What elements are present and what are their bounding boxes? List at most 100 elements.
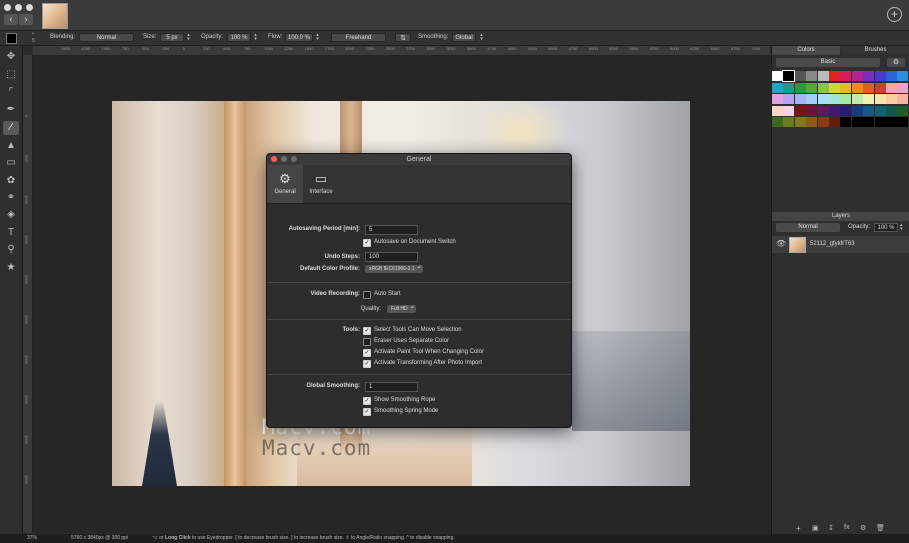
color-swatch[interactable] bbox=[863, 94, 875, 104]
tool-option-checkbox[interactable]: ✓ bbox=[363, 327, 371, 335]
flow-field[interactable]: 100.0 % bbox=[285, 33, 313, 42]
zoom-tool-icon[interactable]: ⚲ bbox=[3, 243, 19, 257]
smoothing-select[interactable]: Global bbox=[452, 33, 476, 42]
smoothing-stepper[interactable]: ▴ ▾ bbox=[479, 33, 484, 42]
color-swatch[interactable] bbox=[863, 71, 875, 81]
color-swatch[interactable] bbox=[829, 105, 840, 116]
foreground-color-swatch[interactable] bbox=[6, 33, 17, 44]
autosave-period-field[interactable]: 5 bbox=[365, 225, 418, 235]
heal-tool-icon[interactable]: ✿ bbox=[3, 174, 19, 188]
color-swatch[interactable] bbox=[886, 94, 897, 104]
color-swatch[interactable] bbox=[829, 71, 840, 81]
plus-circle-icon[interactable]: + bbox=[887, 7, 902, 22]
tool-option-checkbox[interactable]: ✓ bbox=[363, 349, 371, 357]
color-swatch[interactable] bbox=[817, 82, 829, 93]
layer-settings-icon[interactable]: ⚙ bbox=[860, 524, 866, 532]
mask-icon[interactable]: ▣ bbox=[812, 524, 819, 532]
color-swatch[interactable] bbox=[794, 82, 806, 93]
color-swatch[interactable] bbox=[874, 82, 886, 93]
color-swatch[interactable] bbox=[806, 94, 818, 104]
layer-row[interactable]: 👁 52112_gfykfrT63 bbox=[772, 236, 909, 253]
color-swatch[interactable] bbox=[886, 117, 897, 127]
color-swatch[interactable] bbox=[783, 105, 795, 116]
color-swatch[interactable] bbox=[840, 82, 852, 93]
tab-brushes[interactable]: Brushes bbox=[841, 46, 909, 55]
brush-tool-icon[interactable]: ∕ bbox=[3, 121, 19, 135]
fill-tool-icon[interactable]: ◈ bbox=[3, 208, 19, 222]
undo-steps-field[interactable]: 100 bbox=[365, 252, 418, 262]
color-swatch[interactable] bbox=[840, 94, 852, 104]
color-swatch[interactable] bbox=[874, 105, 886, 116]
palette-select[interactable]: Basic bbox=[776, 58, 880, 67]
color-swatch[interactable] bbox=[806, 105, 818, 116]
color-swatch[interactable] bbox=[897, 71, 909, 81]
color-swatch[interactable] bbox=[817, 105, 829, 116]
tab-colors[interactable]: Colors bbox=[772, 46, 840, 55]
color-swatch[interactable] bbox=[772, 94, 783, 104]
color-swatch[interactable] bbox=[806, 71, 818, 81]
color-swatch[interactable] bbox=[874, 71, 886, 81]
text-tool-icon[interactable]: T bbox=[3, 226, 19, 240]
layer-opacity-stepper[interactable]: ▴ ▾ bbox=[900, 223, 903, 232]
close-window-button[interactable] bbox=[4, 4, 11, 11]
smoothing-option-checkbox[interactable]: ✓ bbox=[363, 408, 371, 416]
layer-opacity-field[interactable]: 100 % bbox=[874, 223, 898, 232]
color-swatch[interactable] bbox=[772, 117, 783, 127]
color-swatch[interactable] bbox=[806, 117, 818, 127]
document-tab-thumbnail[interactable] bbox=[42, 3, 68, 29]
color-swatch[interactable] bbox=[863, 105, 875, 116]
smudge-tool-icon[interactable]: ⚭ bbox=[3, 191, 19, 205]
dialog-close-button[interactable] bbox=[271, 156, 277, 162]
color-swatch[interactable] bbox=[817, 71, 829, 81]
color-swatch[interactable] bbox=[783, 117, 795, 127]
color-swatch[interactable] bbox=[817, 94, 829, 104]
merge-down-icon[interactable]: ↧ bbox=[828, 524, 834, 532]
marquee-tool-icon[interactable]: ⬚ bbox=[3, 68, 19, 82]
color-swatch[interactable] bbox=[829, 82, 840, 93]
minimize-window-button[interactable] bbox=[15, 4, 22, 11]
tool-option-checkbox[interactable]: ✓ bbox=[363, 360, 371, 368]
auto-start-checkbox[interactable] bbox=[363, 291, 371, 299]
blending-select[interactable]: Normal bbox=[79, 33, 134, 42]
color-swatch[interactable] bbox=[794, 94, 806, 104]
color-swatch[interactable] bbox=[851, 82, 863, 93]
eye-icon[interactable]: 👁 bbox=[776, 239, 786, 248]
layer-blend-select[interactable]: Normal bbox=[776, 223, 840, 232]
star-tool-icon[interactable]: ★ bbox=[3, 261, 19, 275]
color-swatch[interactable] bbox=[897, 117, 909, 127]
opacity-stepper[interactable]: ▴ ▾ bbox=[253, 33, 258, 42]
color-swatch[interactable] bbox=[840, 117, 852, 127]
color-swatch[interactable] bbox=[886, 105, 897, 116]
tab-interface[interactable]: ▭ Interface bbox=[303, 165, 339, 203]
color-swatch[interactable] bbox=[897, 94, 909, 104]
color-swatch[interactable] bbox=[840, 71, 852, 81]
global-smoothing-field[interactable]: 1 bbox=[365, 382, 418, 392]
color-swatch[interactable] bbox=[817, 117, 829, 127]
color-swatch[interactable] bbox=[783, 94, 795, 104]
color-swatch[interactable] bbox=[840, 105, 852, 116]
trash-icon[interactable]: 🗑 bbox=[876, 524, 885, 532]
crop-tool-icon[interactable]: ⌜ bbox=[3, 86, 19, 100]
add-layer-icon[interactable]: + bbox=[796, 524, 801, 533]
symmetry-icon[interactable]: ⇅ bbox=[395, 33, 411, 42]
back-button[interactable]: ‹ bbox=[4, 14, 18, 25]
color-swatch[interactable] bbox=[772, 82, 783, 93]
color-swatch[interactable] bbox=[794, 117, 806, 127]
gear-icon[interactable]: ⚙ bbox=[887, 58, 905, 67]
color-swatch[interactable] bbox=[863, 117, 875, 127]
color-swatch[interactable] bbox=[851, 117, 863, 127]
eyedropper-tool-icon[interactable]: ✒ bbox=[3, 103, 19, 117]
zoom-window-button[interactable] bbox=[26, 4, 33, 11]
filters-icon[interactable]: fx bbox=[844, 524, 849, 531]
brush-mode-select[interactable]: Freehand bbox=[331, 33, 386, 42]
forward-button[interactable]: › bbox=[19, 14, 33, 25]
color-swatch[interactable] bbox=[772, 71, 783, 81]
move-tool-icon[interactable]: ✥ bbox=[3, 50, 19, 64]
smoothing-option-checkbox[interactable]: ✓ bbox=[363, 397, 371, 405]
color-swatch[interactable] bbox=[897, 105, 909, 116]
color-swatch[interactable] bbox=[886, 82, 897, 93]
color-swatch[interactable] bbox=[783, 82, 795, 93]
size-stepper[interactable]: ▴ ▾ bbox=[186, 33, 191, 42]
color-swatch[interactable] bbox=[863, 82, 875, 93]
flow-stepper[interactable]: ▴ ▾ bbox=[315, 33, 320, 42]
